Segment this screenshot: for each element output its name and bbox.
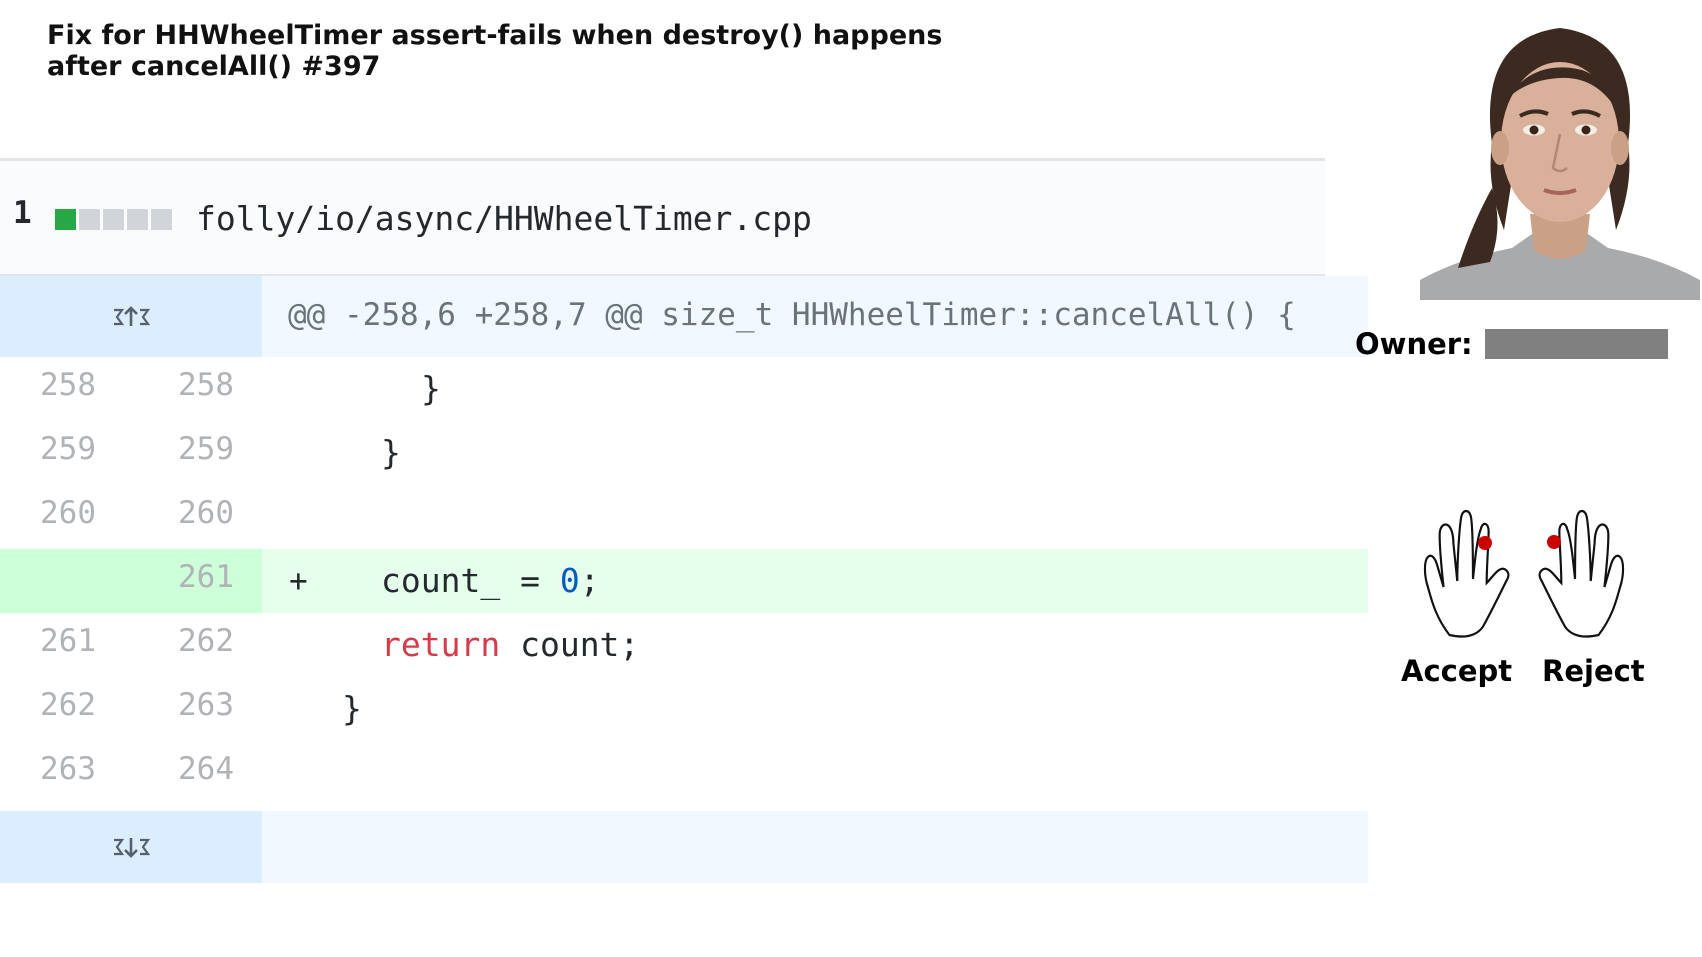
hunk-header: @@ -258,6 +258,7 @@ size_t HHWheelTimer:… xyxy=(262,276,1368,357)
addition-marker: + xyxy=(289,563,308,599)
pr-title: Fix for HHWheelTimer assert-fails when d… xyxy=(47,20,942,82)
diff-line-added: 261 + count_ = 0; xyxy=(0,549,1368,613)
owner-photo xyxy=(1420,18,1700,300)
pr-title-line2: after cancelAll() #397 xyxy=(47,51,381,82)
expand-down-button[interactable] xyxy=(0,811,262,883)
reject-button[interactable]: Reject xyxy=(1542,654,1645,688)
old-line-number[interactable]: 260 xyxy=(40,495,96,531)
pr-title-line1: Fix for HHWheelTimer assert-fails when d… xyxy=(47,20,943,51)
accept-button[interactable]: Accept xyxy=(1401,654,1512,688)
new-line-number[interactable]: 258 xyxy=(178,367,234,403)
new-line-number[interactable]: 259 xyxy=(178,431,234,467)
diffstat-block-neutral xyxy=(79,209,100,230)
code-token-punct: ; xyxy=(579,561,600,600)
old-line-number[interactable]: 263 xyxy=(40,751,96,787)
diff-line: 260 260 xyxy=(0,485,1368,549)
bottom-expand-row xyxy=(0,811,1368,883)
expand-down-icon xyxy=(114,838,151,858)
diffstat-block-added xyxy=(55,209,76,230)
new-line-number[interactable]: 260 xyxy=(178,495,234,531)
diff-view: 1 folly/io/async/HHWheelTimer.cpp @@ -25… xyxy=(0,158,1368,883)
diff-line: 258 258 } xyxy=(0,357,1368,421)
code-token-keyword: return xyxy=(381,625,501,664)
owner-label: Owner: xyxy=(1355,327,1473,361)
diff-line: 263 264 xyxy=(0,741,1368,805)
diffstat-block-neutral xyxy=(103,209,124,230)
code-text: } xyxy=(381,433,401,472)
expand-row-fill xyxy=(262,811,1368,883)
finger-marker xyxy=(1547,535,1561,549)
diff-line: 262 263 } xyxy=(0,677,1368,741)
file-path[interactable]: folly/io/async/HHWheelTimer.cpp xyxy=(196,199,812,238)
new-line-number[interactable]: 261 xyxy=(178,559,234,595)
code-token-identifier: count_ = xyxy=(381,561,560,600)
new-line-number[interactable]: 262 xyxy=(178,623,234,659)
reject-hand-icon[interactable] xyxy=(1528,505,1650,643)
code-token-number: 0 xyxy=(559,561,580,600)
old-line-number[interactable]: 262 xyxy=(40,687,96,723)
owner-field: Owner: xyxy=(1355,327,1668,361)
diff-line: 261 262 return count; xyxy=(0,613,1368,677)
owner-name-redacted xyxy=(1484,329,1668,359)
code-text: count_ = 0; xyxy=(381,561,600,600)
finger-marker xyxy=(1478,536,1492,550)
diffstat-block-neutral xyxy=(127,209,148,230)
old-line-number[interactable]: 258 xyxy=(40,367,96,403)
expand-up-button[interactable] xyxy=(0,276,262,357)
code-text: } xyxy=(342,689,362,728)
file-header[interactable]: 1 folly/io/async/HHWheelTimer.cpp xyxy=(0,158,1325,276)
hunk-header-row: @@ -258,6 +258,7 @@ size_t HHWheelTimer:… xyxy=(0,276,1368,357)
new-line-number[interactable]: 264 xyxy=(178,751,234,787)
code-token-identifier: count; xyxy=(500,625,640,664)
code-text: return count; xyxy=(381,625,639,664)
file-change-count: 1 xyxy=(13,195,32,231)
diff-line: 259 259 } xyxy=(0,421,1368,485)
old-line-number[interactable]: 261 xyxy=(40,623,96,659)
person-portrait-image xyxy=(1420,28,1700,300)
old-line-number[interactable]: 259 xyxy=(40,431,96,467)
diffstat-block-neutral xyxy=(151,209,172,230)
code-text: } xyxy=(421,369,441,408)
new-line-number[interactable]: 263 xyxy=(178,687,234,723)
hunk-header-text: @@ -258,6 +258,7 @@ size_t HHWheelTimer:… xyxy=(288,297,1296,333)
expand-up-icon xyxy=(114,305,151,326)
accept-hand-icon[interactable] xyxy=(1398,505,1520,643)
